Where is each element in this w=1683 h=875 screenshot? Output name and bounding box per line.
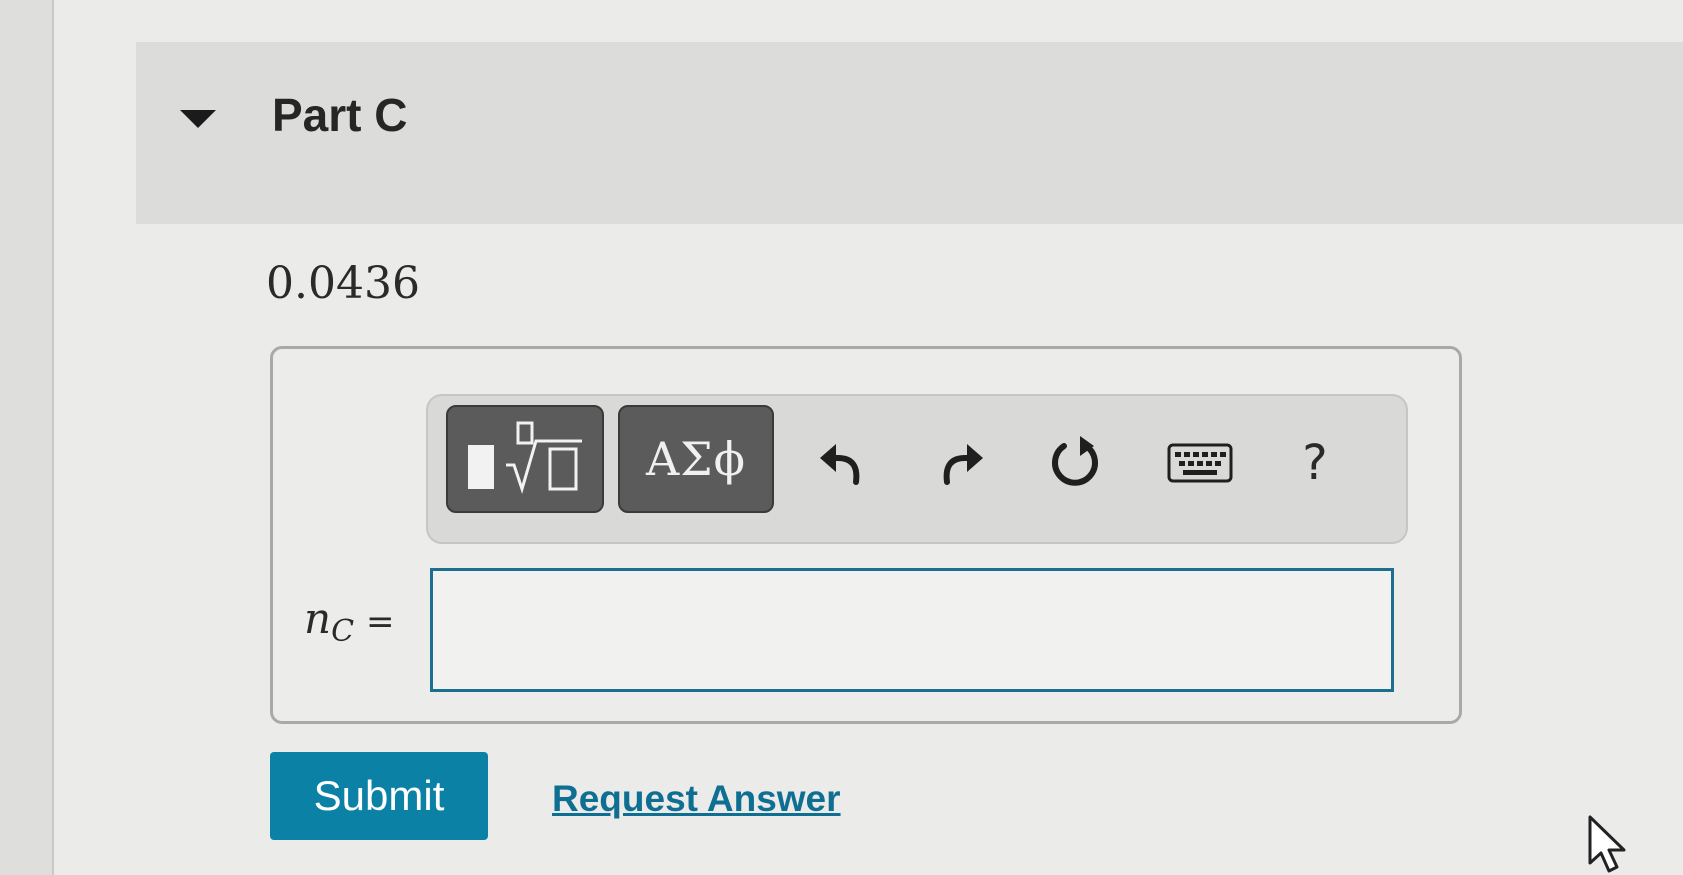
templates-button[interactable] bbox=[446, 405, 604, 513]
reset-button[interactable] bbox=[1040, 428, 1110, 498]
request-answer-link[interactable]: Request Answer bbox=[552, 778, 841, 820]
variable-subscript: C bbox=[331, 614, 355, 649]
symbols-label: ΑΣϕ bbox=[645, 432, 747, 486]
equals-sign: = bbox=[366, 602, 395, 642]
caret-down-icon bbox=[180, 110, 216, 128]
symbols-button[interactable]: ΑΣϕ bbox=[618, 405, 774, 513]
submit-button[interactable]: Submit bbox=[270, 752, 488, 840]
undo-icon bbox=[820, 444, 860, 485]
variable-name: n bbox=[304, 594, 332, 643]
left-rail bbox=[0, 0, 54, 875]
collapse-toggle[interactable] bbox=[178, 104, 218, 134]
help-button[interactable]: ? bbox=[1280, 428, 1350, 498]
undo-button[interactable] bbox=[808, 428, 878, 498]
redo-icon bbox=[943, 444, 983, 485]
variable-label: nC = bbox=[304, 594, 395, 649]
answer-input[interactable] bbox=[430, 568, 1394, 692]
part-title: Part C bbox=[272, 89, 408, 141]
mouse-pointer-icon bbox=[1588, 815, 1626, 873]
reset-icon bbox=[1052, 436, 1098, 486]
templates-radical-icon bbox=[468, 421, 582, 495]
redo-button[interactable] bbox=[925, 428, 995, 498]
given-value: 0.0436 bbox=[266, 258, 420, 309]
keyboard-icon bbox=[1167, 443, 1233, 483]
keyboard-button[interactable] bbox=[1160, 428, 1240, 498]
